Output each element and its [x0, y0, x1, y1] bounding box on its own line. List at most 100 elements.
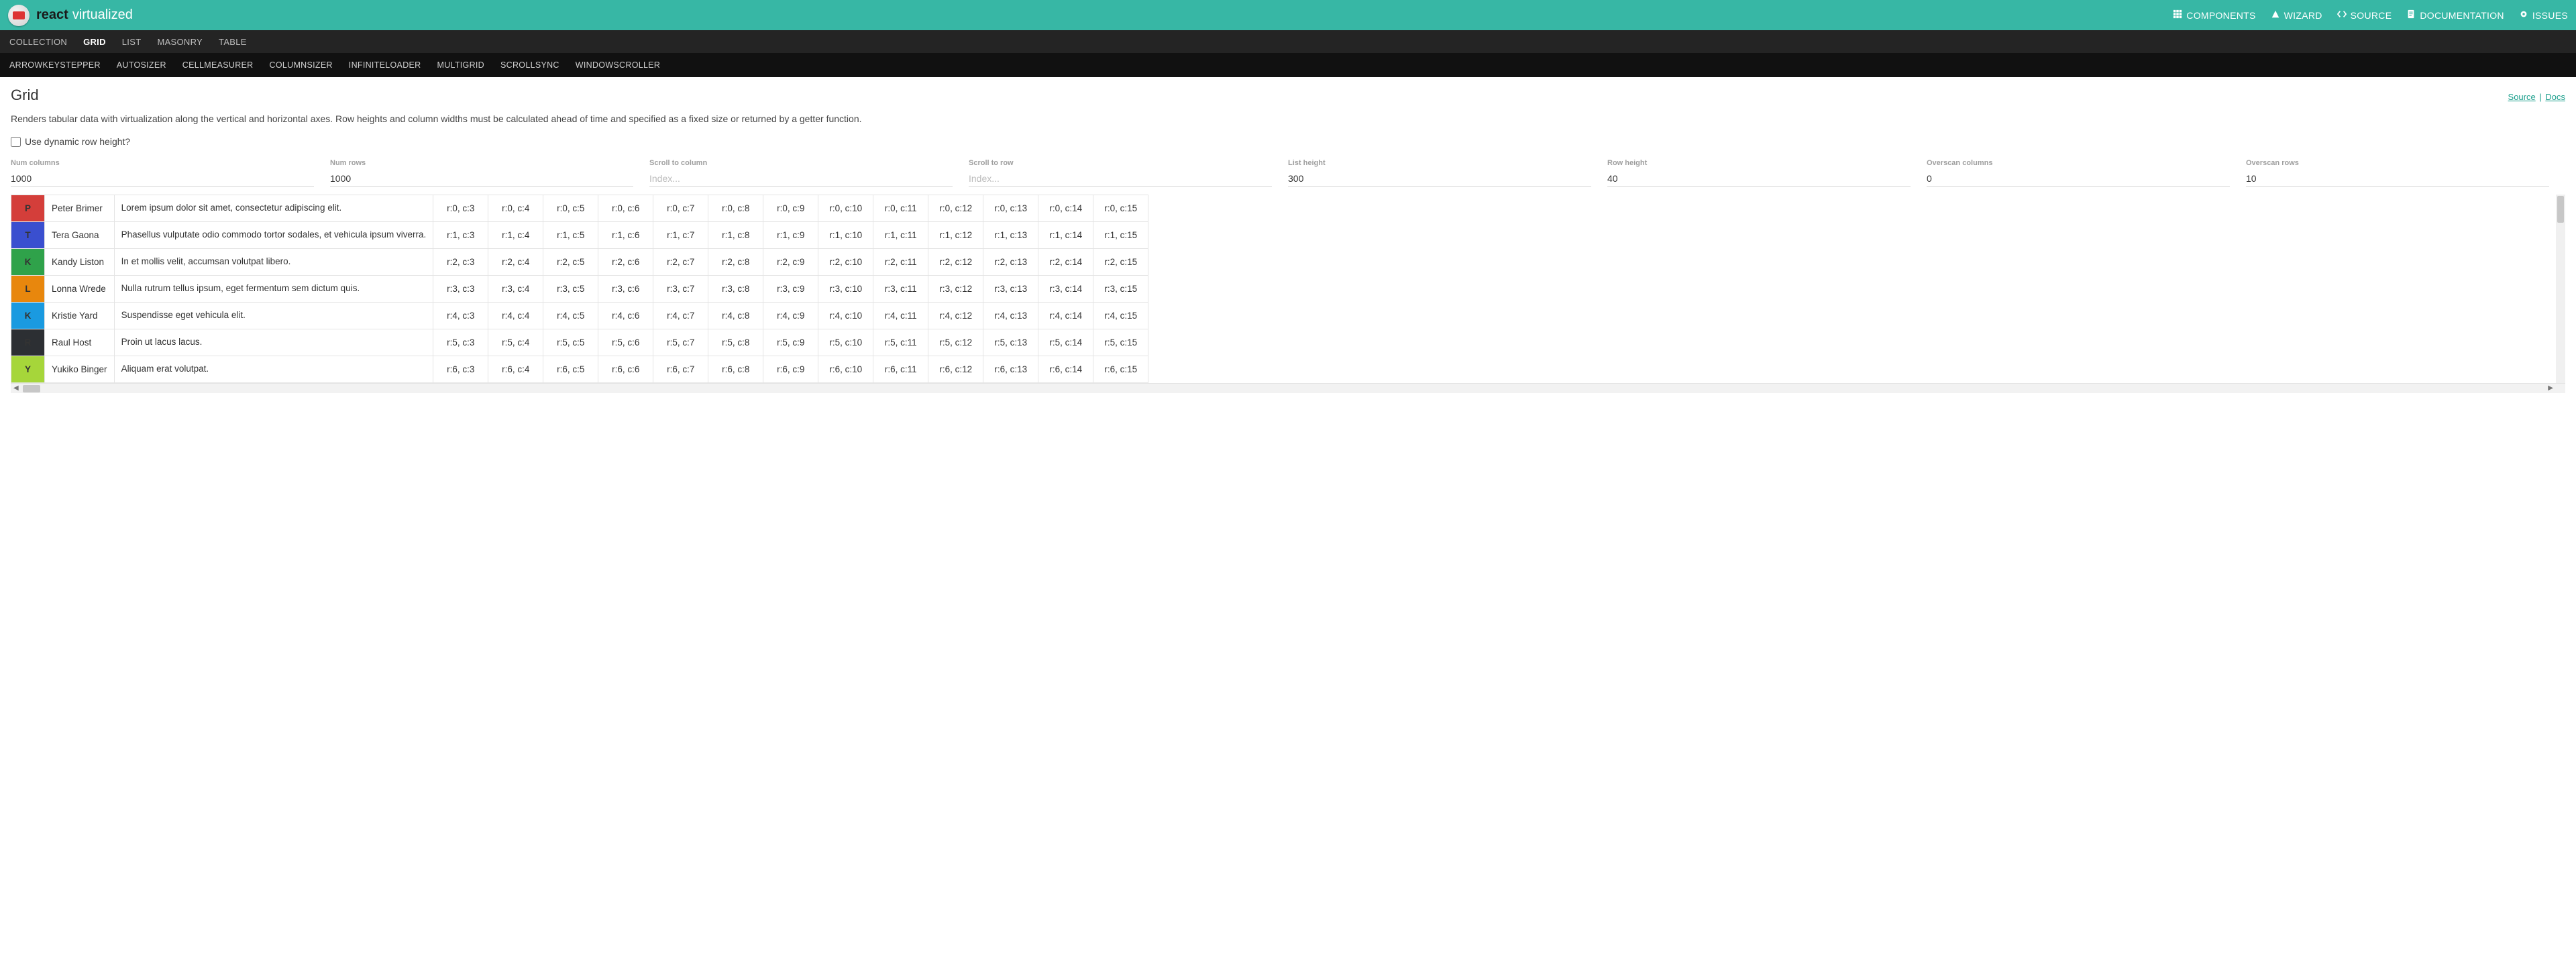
grid-cell: r:3, c:8 — [708, 276, 763, 303]
page-title: Grid — [11, 87, 39, 104]
grid-cell: r:4, c:13 — [983, 303, 1038, 329]
grid-viewport[interactable]: PPeter BrimerLorem ipsum dolor sit amet,… — [11, 195, 2565, 383]
dynamic-row-height-checkbox[interactable] — [11, 137, 21, 147]
doc-icon — [2406, 9, 2416, 21]
grid-cell: r:3, c:10 — [818, 276, 873, 303]
gear-icon — [2519, 9, 2528, 21]
nav-secondary-columnsizer[interactable]: COLUMNSIZER — [270, 53, 333, 77]
nav-primary-collection[interactable]: COLLECTION — [9, 30, 67, 53]
nav-primary-masonry[interactable]: MASONRY — [157, 30, 203, 53]
nav-secondary-windowscroller[interactable]: WINDOWSCROLLER — [576, 53, 660, 77]
grid-cell: r:6, c:3 — [433, 356, 488, 383]
grid-cell: r:6, c:14 — [1038, 356, 1093, 383]
grid-cell: r:0, c:9 — [763, 195, 818, 222]
row-description: Suspendisse eget vehicula elit. — [114, 303, 433, 329]
grid-cell: r:0, c:3 — [433, 195, 488, 222]
brand-light: virtualized — [72, 7, 133, 23]
grid-cell: r:1, c:3 — [433, 222, 488, 249]
scroll-to-column-input[interactable] — [649, 171, 953, 187]
grid-cell: r:6, c:7 — [653, 356, 708, 383]
grid-cell: r:4, c:6 — [598, 303, 653, 329]
grid-cell: r:2, c:15 — [1093, 249, 1148, 276]
grid-row: KKandy ListonIn et mollis velit, accumsa… — [11, 249, 1148, 276]
grid-cell: r:5, c:11 — [873, 329, 928, 356]
grid-cell: r:3, c:12 — [928, 276, 983, 303]
grid-cell: r:5, c:13 — [983, 329, 1038, 356]
grid-cell: r:0, c:11 — [873, 195, 928, 222]
horizontal-scrollbar[interactable]: ◀ ▶ — [11, 383, 2565, 393]
grid-cell: r:2, c:13 — [983, 249, 1038, 276]
param-overscan-rows: Overscan rows — [2246, 159, 2565, 187]
grid-table: PPeter BrimerLorem ipsum dolor sit amet,… — [11, 195, 1148, 383]
top-nav-wizard[interactable]: WIZARD — [2271, 9, 2322, 21]
scroll-to-row-input[interactable] — [969, 171, 1272, 187]
overscan-rows-input[interactable] — [2246, 171, 2549, 187]
grid-cell: r:2, c:9 — [763, 249, 818, 276]
grid-cell: r:4, c:9 — [763, 303, 818, 329]
grid-cell: r:3, c:6 — [598, 276, 653, 303]
grid-cell: r:2, c:10 — [818, 249, 873, 276]
grid-cell: r:5, c:4 — [488, 329, 543, 356]
param-num-rows: Num rows — [330, 159, 649, 187]
grid-cell: r:5, c:15 — [1093, 329, 1148, 356]
grid-cell: r:0, c:10 — [818, 195, 873, 222]
nav-primary-grid[interactable]: GRID — [83, 30, 106, 53]
grid-cell: r:6, c:13 — [983, 356, 1038, 383]
tri-icon — [2271, 9, 2280, 21]
grid-cell: r:3, c:7 — [653, 276, 708, 303]
nav-secondary-multigrid[interactable]: MULTIGRID — [437, 53, 484, 77]
num-rows-input[interactable] — [330, 171, 633, 187]
grid-cell: r:6, c:9 — [763, 356, 818, 383]
list-height-input[interactable] — [1288, 171, 1591, 187]
nav-secondary-infiniteloader[interactable]: INFINITELOADER — [349, 53, 421, 77]
source-link[interactable]: Source — [2508, 92, 2536, 102]
docs-link[interactable]: Docs — [2545, 92, 2565, 102]
row-name: Lonna Wrede — [45, 276, 115, 303]
grid-wrap: PPeter BrimerLorem ipsum dolor sit amet,… — [11, 195, 2565, 393]
top-nav-source[interactable]: SOURCE — [2337, 9, 2392, 21]
top-nav-components[interactable]: COMPONENTS — [2173, 9, 2255, 21]
heading-link-sep: | — [2539, 92, 2541, 102]
nav-secondary-arrowkeystepper[interactable]: ARROWKEYSTEPPER — [9, 53, 101, 77]
grid-cell: r:1, c:6 — [598, 222, 653, 249]
vertical-scrollbar[interactable] — [2556, 195, 2565, 383]
nav-secondary-autosizer[interactable]: AUTOSIZER — [117, 53, 166, 77]
grid-cell: r:4, c:8 — [708, 303, 763, 329]
grid-cell: r:0, c:14 — [1038, 195, 1093, 222]
logo-icon — [13, 11, 25, 19]
grid-cell: r:1, c:7 — [653, 222, 708, 249]
nav-secondary-scrollsync[interactable]: SCROLLSYNC — [500, 53, 559, 77]
grid-cell: r:4, c:3 — [433, 303, 488, 329]
dynamic-row-height-option[interactable]: Use dynamic row height? — [11, 136, 2565, 147]
row-description: Proin ut lacus lacus. — [114, 329, 433, 356]
nav-primary-table[interactable]: TABLE — [219, 30, 247, 53]
param-label: Row height — [1607, 159, 1911, 167]
grid-cell: r:3, c:4 — [488, 276, 543, 303]
row-description: In et mollis velit, accumsan volutpat li… — [114, 249, 433, 276]
top-nav-documentation[interactable]: DOCUMENTATION — [2406, 9, 2504, 21]
row-description: Lorem ipsum dolor sit amet, consectetur … — [114, 195, 433, 222]
grid-cell: r:2, c:4 — [488, 249, 543, 276]
row-name: Kristie Yard — [45, 303, 115, 329]
hscroll-arrow-left-icon[interactable]: ◀ — [13, 384, 19, 392]
row-name: Peter Brimer — [45, 195, 115, 222]
top-nav-issues[interactable]: ISSUES — [2519, 9, 2568, 21]
hscroll-arrow-right-icon[interactable]: ▶ — [2548, 384, 2553, 392]
grid-cell: r:5, c:10 — [818, 329, 873, 356]
grid-cell: r:1, c:5 — [543, 222, 598, 249]
grid-cell: r:2, c:12 — [928, 249, 983, 276]
grid-cell: r:6, c:10 — [818, 356, 873, 383]
horizontal-scrollbar-thumb[interactable] — [23, 385, 40, 392]
grid-cell: r:5, c:5 — [543, 329, 598, 356]
overscan-columns-input[interactable] — [1927, 171, 2230, 187]
grid-cell: r:0, c:5 — [543, 195, 598, 222]
nav-primary-list[interactable]: LIST — [122, 30, 142, 53]
row-height-input[interactable] — [1607, 171, 1911, 187]
num-columns-input[interactable] — [11, 171, 314, 187]
nav-secondary-cellmeasurer[interactable]: CELLMEASURER — [182, 53, 254, 77]
vertical-scrollbar-thumb[interactable] — [2557, 196, 2564, 223]
param-label: Num rows — [330, 159, 633, 167]
grid-cell: r:4, c:14 — [1038, 303, 1093, 329]
row-letter-badge: Y — [11, 356, 45, 383]
grid-cell: r:0, c:13 — [983, 195, 1038, 222]
